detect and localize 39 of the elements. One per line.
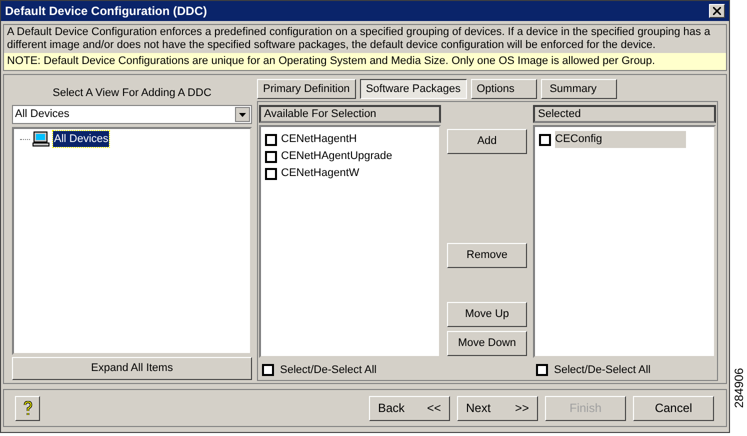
footer-button[interactable]: Next >> — [457, 396, 538, 420]
checkbox[interactable] — [262, 364, 274, 376]
close-button[interactable] — [709, 4, 725, 18]
list-header: Selected — [533, 105, 716, 123]
view-dropdown[interactable]: All Devices — [12, 105, 252, 124]
tab[interactable]: Summary — [540, 79, 617, 99]
checkbox[interactable] — [265, 150, 277, 162]
action-button[interactable]: Add — [447, 129, 527, 154]
checkbox[interactable] — [265, 134, 277, 146]
select-all-label[interactable]: Select/De-Select All — [280, 362, 377, 378]
close-icon — [713, 7, 721, 15]
action-button[interactable]: Move Up — [447, 302, 527, 327]
checkbox[interactable] — [265, 168, 277, 180]
tree-item[interactable]: All Devices — [53, 130, 110, 148]
footer-button[interactable]: Back << — [369, 396, 450, 420]
checkbox[interactable] — [536, 364, 548, 376]
expand-all-button[interactable]: Expand All Items — [12, 357, 252, 380]
list-item[interactable]: CENetHAgentUpgrade — [281, 148, 394, 165]
window-title: Default Device Configuration (DDC) — [5, 3, 208, 20]
list-item[interactable]: CENetHagentW — [281, 165, 362, 182]
view-label: Select A View For Adding A DDC — [52, 86, 212, 101]
dropdown-arrow-icon — [239, 112, 246, 116]
figure-number: 284906 — [732, 368, 746, 408]
help-button[interactable] — [15, 396, 40, 420]
computer-icon — [32, 131, 50, 147]
select-all-label[interactable]: Select/De-Select All — [554, 362, 651, 378]
tab[interactable]: Software Packages — [360, 79, 467, 99]
list-item[interactable]: CENetHagentH — [281, 131, 359, 148]
action-button[interactable]: Remove — [447, 243, 527, 268]
dropdown-value: All Devices — [15, 107, 70, 122]
tab[interactable]: Options — [470, 79, 537, 99]
list-item[interactable]: CEConfig — [555, 131, 686, 148]
list-header: Available For Selection — [259, 105, 441, 123]
question-mark-icon — [22, 400, 32, 416]
tab[interactable]: Primary Definition — [257, 79, 356, 99]
action-button[interactable]: Move Down — [447, 331, 527, 356]
checkbox[interactable] — [539, 134, 551, 146]
note-text: NOTE: Default Device Configurations are unique for an Operating System and Media Size. Only one OS Image is allowed per Group. — [4, 53, 726, 70]
footer-button[interactable]: Cancel — [633, 396, 714, 420]
